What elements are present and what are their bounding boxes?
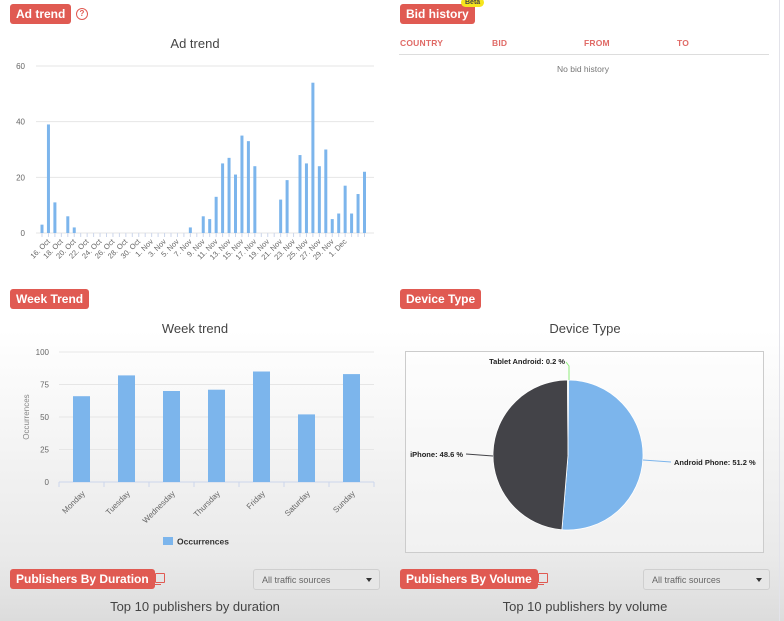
y-tick-label: 0 <box>21 229 26 238</box>
week-trend-title: Week trend <box>161 321 229 336</box>
select-value: All traffic sources <box>652 575 721 585</box>
select-value: All traffic sources <box>262 575 331 585</box>
y-axis-label: Occurrences <box>22 394 31 439</box>
slice-label-iphone: iPhone: 48.6 % <box>410 450 463 459</box>
bar <box>298 414 315 482</box>
x-tick-label: Thursday <box>192 489 222 519</box>
y-tick-label: 0 <box>45 478 50 487</box>
bar <box>253 371 270 482</box>
slice-label-android-phone: Android Phone: 51.2 % <box>674 458 756 467</box>
bar <box>66 216 70 233</box>
bar <box>343 185 347 233</box>
bar <box>73 396 90 482</box>
x-tick-label: Saturday <box>283 489 312 518</box>
chevron-down-icon <box>366 578 372 582</box>
bar <box>337 213 341 233</box>
bar <box>330 219 334 233</box>
publishers-volume-title: Top 10 publishers by volume <box>502 599 668 614</box>
bar <box>40 224 44 233</box>
column-header-from[interactable]: FROM <box>584 38 610 48</box>
device-type-chart: Android Phone: 51.2 % iPhone: 48.6 % Table… <box>405 351 764 553</box>
bar <box>201 216 205 233</box>
chevron-down-icon <box>756 578 762 582</box>
bar <box>343 374 360 482</box>
copy-icon[interactable] <box>152 573 165 585</box>
x-tick-label: Sunday <box>331 489 357 515</box>
y-tick-label: 75 <box>40 381 49 390</box>
bar <box>356 194 360 233</box>
device-type-title: Device Type <box>549 321 621 336</box>
bar <box>208 219 212 233</box>
bar <box>298 155 302 233</box>
bar <box>279 199 283 233</box>
device-type-badge: Device Type <box>400 289 482 309</box>
bar <box>317 166 321 233</box>
y-tick-label: 50 <box>40 413 49 422</box>
ad-trend-chart: 020406016. Oct18. Oct20. Oct22. Oct24. O… <box>16 62 374 262</box>
column-header-country[interactable]: COUNTRY <box>400 38 443 48</box>
bar <box>240 135 244 233</box>
x-tick-label: Friday <box>245 489 267 511</box>
bar <box>227 157 231 233</box>
bar <box>214 196 218 233</box>
bar <box>324 149 328 233</box>
week-trend-chart: 0 25 50 75 100 Occurrences Monday Tuesday Wednes… <box>22 348 375 547</box>
publishers-by-volume-badge: Publishers By Volume <box>400 569 538 589</box>
publishers-by-duration-badge: Publishers By Duration <box>10 569 155 589</box>
bid-history-badge: Bid history <box>400 4 475 24</box>
bar <box>72 227 76 233</box>
bar <box>53 202 57 233</box>
bar <box>350 213 354 233</box>
bar <box>46 124 50 233</box>
y-tick-label: 20 <box>16 173 25 182</box>
y-tick-label: 60 <box>16 62 25 71</box>
publishers-duration-title: Top 10 publishers by duration <box>110 599 280 614</box>
table-header-divider <box>399 54 769 55</box>
help-icon[interactable]: ? <box>76 8 88 20</box>
bar <box>304 163 308 233</box>
beta-badge: Beta <box>461 0 485 7</box>
y-tick-label: 100 <box>36 348 50 357</box>
ad-trend-badge: Ad trend <box>10 4 72 24</box>
bar <box>221 163 225 233</box>
bar <box>188 227 192 233</box>
legend-swatch <box>163 537 173 545</box>
bar <box>285 180 289 233</box>
bar <box>311 82 315 233</box>
pie-slice <box>567 379 569 456</box>
x-tick-label: Monday <box>60 489 86 515</box>
bar <box>234 174 237 233</box>
x-tick-label: Wednesday <box>141 489 177 525</box>
bar <box>208 389 225 482</box>
right-border <box>779 0 780 621</box>
traffic-source-select-duration[interactable]: All traffic sources <box>253 569 380 590</box>
bar <box>246 141 250 233</box>
bar <box>118 375 135 482</box>
copy-icon[interactable] <box>535 573 548 585</box>
bar <box>163 391 180 482</box>
slice-label-tablet-android: Tablet Android: 0.2 % <box>489 357 565 366</box>
traffic-source-select-volume[interactable]: All traffic sources <box>643 569 770 590</box>
legend-label: Occurrences <box>177 537 229 547</box>
week-trend-badge: Week Trend <box>10 289 90 309</box>
column-header-bid[interactable]: BID <box>492 38 507 48</box>
x-tick-label: Tuesday <box>104 489 132 517</box>
y-tick-label: 40 <box>16 118 25 127</box>
y-tick-label: 25 <box>40 446 49 455</box>
ad-trend-title: Ad trend <box>170 36 220 51</box>
empty-state-text: No bid history <box>557 64 609 74</box>
bar <box>363 171 366 233</box>
bar <box>253 166 257 233</box>
column-header-to[interactable]: TO <box>677 38 689 48</box>
